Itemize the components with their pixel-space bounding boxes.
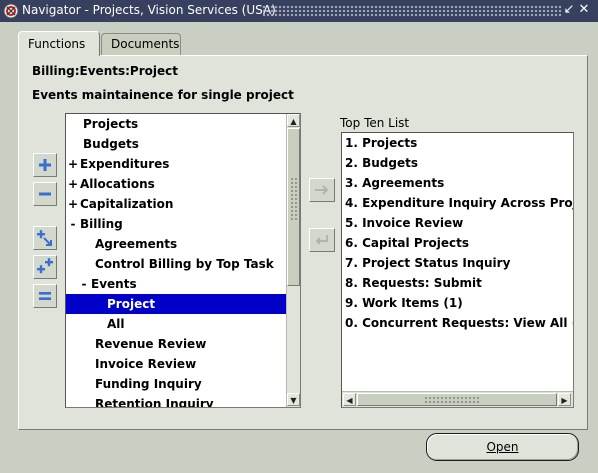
function-path: Billing:Events:Project (32, 64, 178, 78)
function-description: Events maintainence for single project (32, 88, 294, 102)
expand-node-icon[interactable]: + (67, 194, 79, 214)
tree-item-label: Revenue Review (95, 337, 207, 351)
tree-item-label: Control Billing by Top Task (95, 257, 274, 271)
window-title: Navigator - Projects, Vision Services (U… (22, 3, 276, 17)
tree-item-label: Funding Inquiry (95, 377, 202, 391)
navigator-window: Navigator - Projects, Vision Services (U… (0, 0, 598, 473)
tree-item[interactable]: + Expenditures (66, 154, 286, 174)
horizontal-scroll-thumb[interactable] (357, 393, 557, 406)
tree-item[interactable]: Agreements (66, 234, 286, 254)
collapse-node-icon[interactable]: - (78, 274, 90, 294)
tree-item[interactable]: Projects (66, 114, 286, 134)
expand-all-icon (37, 230, 52, 246)
expand-branch-icon (39, 159, 51, 171)
functions-tree[interactable]: Projects Budgets + Expenditures + Allocations… (65, 113, 301, 408)
scroll-up-icon[interactable]: ▲ (287, 114, 300, 127)
expand-all-button[interactable] (33, 226, 57, 250)
tree-item[interactable]: Budgets (66, 134, 286, 154)
minimize-icon[interactable]: ↙ (562, 3, 576, 17)
tree-item[interactable]: All (66, 314, 286, 334)
add-to-list-arrow-icon (315, 185, 329, 195)
tree-item[interactable]: Retention Inquiry (66, 394, 286, 408)
collapse-branch-icon (39, 192, 51, 196)
scroll-left-icon[interactable]: ◀ (343, 393, 356, 406)
tree-item-label: Events (91, 277, 137, 291)
expand-node-icon[interactable]: + (67, 174, 79, 194)
tree-item-label: Budgets (83, 137, 139, 151)
horizontal-thumb-grip (424, 396, 480, 404)
top-ten-item[interactable]: 9. Work Items (1) (345, 293, 463, 313)
expand-all-branches-icon (37, 258, 53, 274)
tree-item[interactable]: - Billing (66, 214, 286, 234)
tree-item-label: Expenditures (80, 157, 170, 171)
tab-functions[interactable]: Functions (18, 31, 100, 56)
tree-vertical-scrollbar[interactable]: ▲ ▼ (286, 114, 300, 407)
tree-item[interactable]: Control Billing by Top Task (66, 254, 286, 274)
tree-item[interactable]: Funding Inquiry (66, 374, 286, 394)
tree-item-label: All (107, 317, 125, 331)
tree-item-label: Projects (83, 117, 139, 131)
expand-node-icon[interactable]: + (67, 154, 79, 174)
window-body: Functions Documents Billing:Events:Proje… (4, 22, 594, 473)
expand-branch-button[interactable] (33, 153, 57, 177)
top-ten-item[interactable]: 1. Projects (345, 133, 417, 153)
tree-item-label: Invoice Review (95, 357, 197, 371)
tree-item-label: Retention Inquiry (95, 397, 214, 408)
tree-item[interactable]: Revenue Review (66, 334, 286, 354)
tree-item[interactable]: + Allocations (66, 174, 286, 194)
top-ten-item[interactable]: 8. Requests: Submit (345, 273, 482, 293)
tree-item-label: Billing (80, 217, 123, 231)
tree-item[interactable]: Invoice Review (66, 354, 286, 374)
top-ten-list[interactable]: 1. Projects 2. Budgets 3. Agreements 4. Exp… (341, 132, 574, 408)
top-ten-item[interactable]: 7. Project Status Inquiry (345, 253, 510, 273)
top-ten-item[interactable]: 6. Capital Projects (345, 233, 469, 253)
top-ten-item[interactable]: 0. Concurrent Requests: View All (User) (345, 313, 573, 333)
thumb-grip (290, 177, 298, 221)
scroll-down-icon[interactable]: ▼ (287, 393, 300, 406)
top-ten-item[interactable]: 4. Expenditure Inquiry Across Projects (345, 193, 573, 213)
tree-item-label: Capitalization (80, 197, 174, 211)
top-ten-item[interactable]: 5. Invoice Review (345, 213, 463, 233)
top-ten-label: Top Ten List (340, 116, 410, 130)
scroll-thumb[interactable] (287, 128, 300, 286)
tree-item-label: Allocations (80, 177, 155, 191)
collapse-branch-button[interactable] (33, 182, 57, 206)
remove-from-top-ten-button[interactable] (309, 228, 335, 252)
top-ten-item[interactable]: 3. Agreements (345, 173, 444, 193)
tree-item-label: Project (107, 297, 156, 311)
tree-item[interactable]: - Events (66, 274, 286, 294)
scroll-right-icon[interactable]: ▶ (558, 393, 571, 406)
oracle-app-icon (3, 3, 19, 19)
add-to-top-ten-button[interactable] (309, 178, 335, 202)
collapse-all-icon (39, 292, 51, 300)
top-ten-item[interactable]: 2. Budgets (345, 153, 418, 173)
collapse-all-button[interactable] (33, 284, 57, 308)
remove-from-list-arrow-icon (315, 235, 328, 245)
close-icon[interactable]: ✕ (577, 3, 591, 17)
expand-all-branches-button[interactable] (33, 255, 57, 279)
tree-item[interactable]: Project (66, 294, 286, 314)
tree-item[interactable]: + Capitalization (66, 194, 286, 214)
collapse-node-icon[interactable]: - (67, 214, 79, 234)
tree-item-label: Agreements (95, 237, 178, 251)
title-bar-texture (262, 5, 562, 17)
open-button[interactable]: Open (426, 433, 579, 461)
tab-documents[interactable]: Documents (101, 33, 181, 55)
open-button-label: Open (486, 440, 519, 454)
top-ten-horizontal-scrollbar[interactable]: ◀ ▶ (342, 391, 573, 407)
title-bar[interactable]: Navigator - Projects, Vision Services (U… (0, 0, 598, 22)
functions-panel: Billing:Events:Project Events maintainen… (18, 55, 588, 430)
